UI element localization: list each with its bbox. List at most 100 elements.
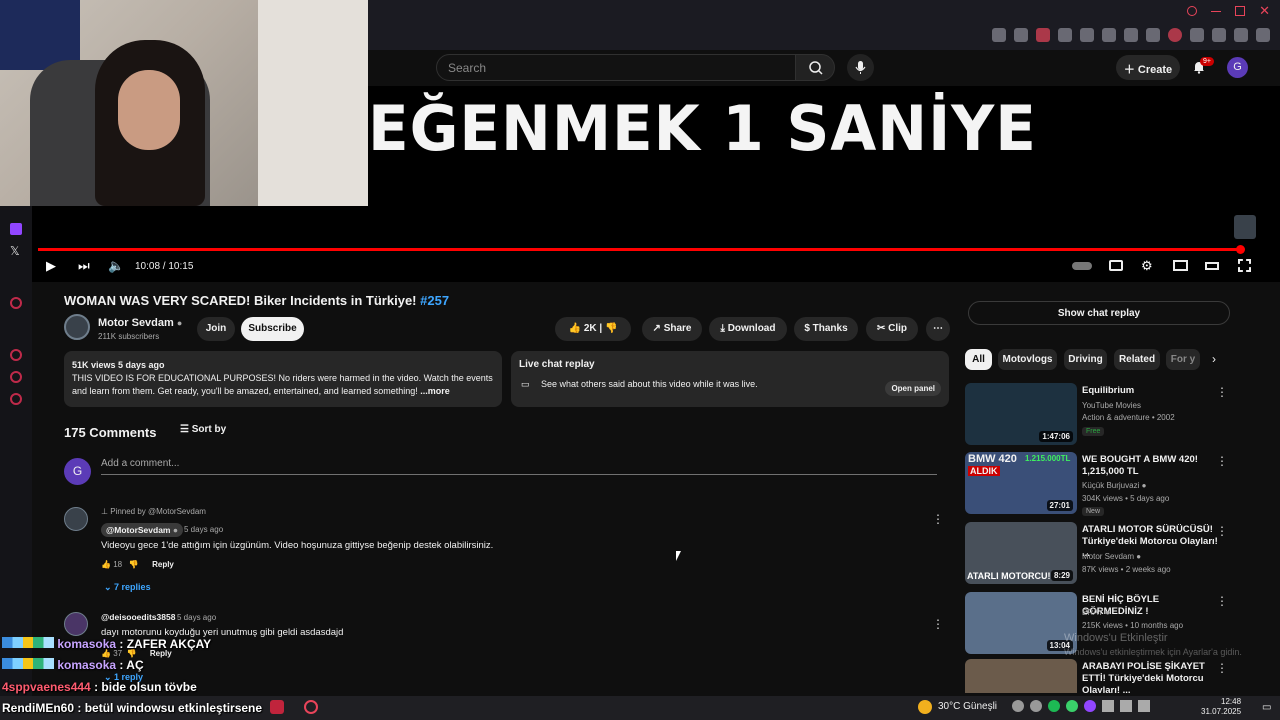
rec-menu-icon[interactable]: ⋮ (1216, 594, 1228, 608)
rec-menu-icon[interactable]: ⋮ (1216, 385, 1228, 399)
rec-menu-icon[interactable]: ⋮ (1216, 524, 1228, 538)
pin-icon[interactable] (992, 28, 1006, 42)
chip-driving[interactable]: Driving (1064, 349, 1107, 370)
tray-steam-icon[interactable] (1012, 700, 1024, 712)
progress-bar[interactable] (38, 248, 1240, 251)
account-avatar[interactable]: G (1227, 57, 1248, 78)
reply-button[interactable]: Reply (152, 560, 174, 569)
chip-motovlogs[interactable]: Motovlogs (998, 349, 1057, 370)
x-icon[interactable]: 𝕏 (10, 244, 20, 258)
open-panel-button[interactable]: Open panel (885, 381, 941, 396)
search-button[interactable] (795, 54, 835, 81)
channel-avatar[interactable] (64, 314, 90, 340)
thumbs-down-icon[interactable]: 👎 (605, 323, 617, 334)
view-replies-button[interactable]: ⌄ 7 replies (104, 582, 151, 593)
chip-all[interactable]: All (965, 349, 992, 370)
download-button[interactable]: ⤓ Download (709, 317, 787, 341)
fullscreen-icon[interactable] (1238, 259, 1251, 272)
rail-settings-icon[interactable] (10, 393, 22, 405)
cube-icon[interactable] (1124, 28, 1138, 42)
rec-menu-icon[interactable]: ⋮ (1216, 454, 1228, 468)
video-thumbnail[interactable]: 13:04 (965, 592, 1077, 654)
recommendation-item[interactable]: 1:47:06 Equilibrium YouTube Movies Actio… (965, 383, 1250, 445)
voice-search-button[interactable] (847, 54, 874, 81)
thumbs-up-icon[interactable]: 👍 (569, 323, 581, 334)
miniplayer-icon[interactable] (1173, 260, 1188, 271)
tray-app-icon[interactable] (1102, 700, 1114, 712)
adblock-icon[interactable] (1146, 28, 1160, 42)
opera-gx-icon[interactable] (304, 700, 318, 714)
rail-chat-icon[interactable] (10, 371, 22, 383)
download-icon[interactable] (1234, 28, 1248, 42)
comment-author-2[interactable]: @deisooedits3858 (101, 612, 175, 622)
close-icon[interactable]: ✕ (1259, 4, 1270, 17)
wifi-icon[interactable] (1120, 700, 1132, 712)
tray-twitch-icon[interactable] (1084, 700, 1096, 712)
comment-menu-icon[interactable]: ⋮ (932, 512, 944, 526)
search-window-icon[interactable] (1187, 6, 1198, 16)
snapshot-icon[interactable] (1014, 28, 1028, 42)
heart-icon[interactable] (1102, 28, 1116, 42)
shield-icon[interactable] (1036, 28, 1050, 42)
rec-menu-icon[interactable]: ⋮ (1216, 661, 1228, 675)
share-button[interactable]: ↗ Share (642, 317, 702, 341)
hashtag-link[interactable]: #257 (420, 293, 449, 308)
volume-icon[interactable] (1138, 700, 1150, 712)
theater-mode-icon[interactable] (1205, 262, 1219, 270)
chip-related[interactable]: Related (1114, 349, 1160, 370)
chip-for-you[interactable]: For y (1166, 349, 1200, 370)
channel-name[interactable]: Motor Sevdam ● (98, 317, 182, 329)
channel-name-text[interactable]: Motor Sevdam (98, 317, 174, 329)
tray-spotify-icon[interactable] (1048, 700, 1060, 712)
notifications-icon[interactable]: ▭ (1262, 702, 1271, 713)
tray-app-icon[interactable] (1066, 700, 1078, 712)
chevron-right-icon[interactable]: › (1212, 352, 1216, 366)
sort-by-button[interactable]: ☰ Sort by (180, 424, 226, 435)
pen-icon[interactable] (1080, 28, 1094, 42)
tray-discord-icon[interactable] (1030, 700, 1042, 712)
join-button[interactable]: Join (197, 317, 235, 341)
settings-gear-icon[interactable]: ⚙ (1141, 259, 1155, 273)
maximize-icon[interactable] (1235, 6, 1246, 16)
next-button[interactable]: ⏭ (78, 259, 92, 273)
captions-icon[interactable] (1109, 260, 1123, 271)
create-button[interactable]: ＋ Create (1116, 55, 1180, 80)
like-count[interactable]: 2K (584, 323, 597, 334)
record-icon[interactable] (1168, 28, 1182, 42)
volume-icon[interactable]: 🔈 (108, 259, 124, 273)
video-thumbnail[interactable]: 1:47:06 (965, 383, 1077, 445)
video-thumbnail[interactable]: ATARLI MOTORCU! 8:29 (965, 522, 1077, 584)
more-actions-button[interactable]: ⋯ (926, 317, 950, 341)
recommendation-item[interactable]: ATARLI MOTORCU! 8:29 ATARLI MOTOR SÜRÜCÜ… (965, 522, 1250, 584)
comment-author-chip[interactable]: @MotorSevdam ● (101, 523, 184, 537)
translate-icon[interactable] (1058, 28, 1072, 42)
thumbs-down-icon[interactable]: 👎 (129, 560, 139, 569)
recommendation-item[interactable]: 13:04 BENİ HİÇ BÖYLE GÖRMEDİNİZ ! ERAY ●… (965, 592, 1250, 654)
comment-avatar-2[interactable] (64, 612, 88, 636)
twitch-icon[interactable] (10, 223, 22, 235)
rail-record-icon[interactable] (10, 297, 22, 309)
rec-title[interactable]: WE BOUGHT A BMW 420! 1,215,000 TL (1082, 454, 1222, 478)
play-button[interactable]: ▶ (46, 259, 60, 273)
clip-button[interactable]: ✂ Clip (866, 317, 918, 341)
add-comment-input[interactable]: Add a comment... (101, 458, 937, 475)
comment-avatar[interactable] (64, 507, 88, 531)
rec-title[interactable]: ARABAYI POLİSE ŞİKAYET ETTİ! Türkiye'dek… (1082, 661, 1222, 693)
description-box[interactable]: 51K views 5 days ago THIS VIDEO IS FOR E… (64, 351, 502, 407)
recommendation-item[interactable]: BMW 420 1.215.000TL ALDIK 27:01 WE BOUGH… (965, 452, 1250, 516)
subscribe-button[interactable]: Subscribe (241, 317, 304, 341)
comment-author[interactable]: @MotorSevdam (106, 525, 171, 535)
show-chat-replay-button[interactable]: Show chat replay (968, 301, 1230, 325)
scrubber-handle[interactable] (1236, 245, 1245, 254)
video-thumbnail[interactable] (965, 659, 1077, 693)
video-thumbnail[interactable]: BMW 420 1.215.000TL ALDIK 27:01 (965, 452, 1077, 514)
thumbs-up-icon[interactable]: 👍 (101, 560, 111, 569)
recommendation-item[interactable]: ARABAYI POLİSE ŞİKAYET ETTİ! Türkiye'dek… (965, 659, 1250, 693)
extensions-icon[interactable] (1190, 28, 1204, 42)
rec-title[interactable]: Equilibrium (1082, 385, 1222, 397)
autoplay-toggle[interactable] (1072, 262, 1092, 270)
menu-icon[interactable] (1256, 28, 1270, 42)
flow-icon[interactable] (1212, 28, 1226, 42)
comment-menu-icon-2[interactable]: ⋮ (932, 617, 944, 631)
thanks-button[interactable]: $ Thanks (794, 317, 858, 341)
